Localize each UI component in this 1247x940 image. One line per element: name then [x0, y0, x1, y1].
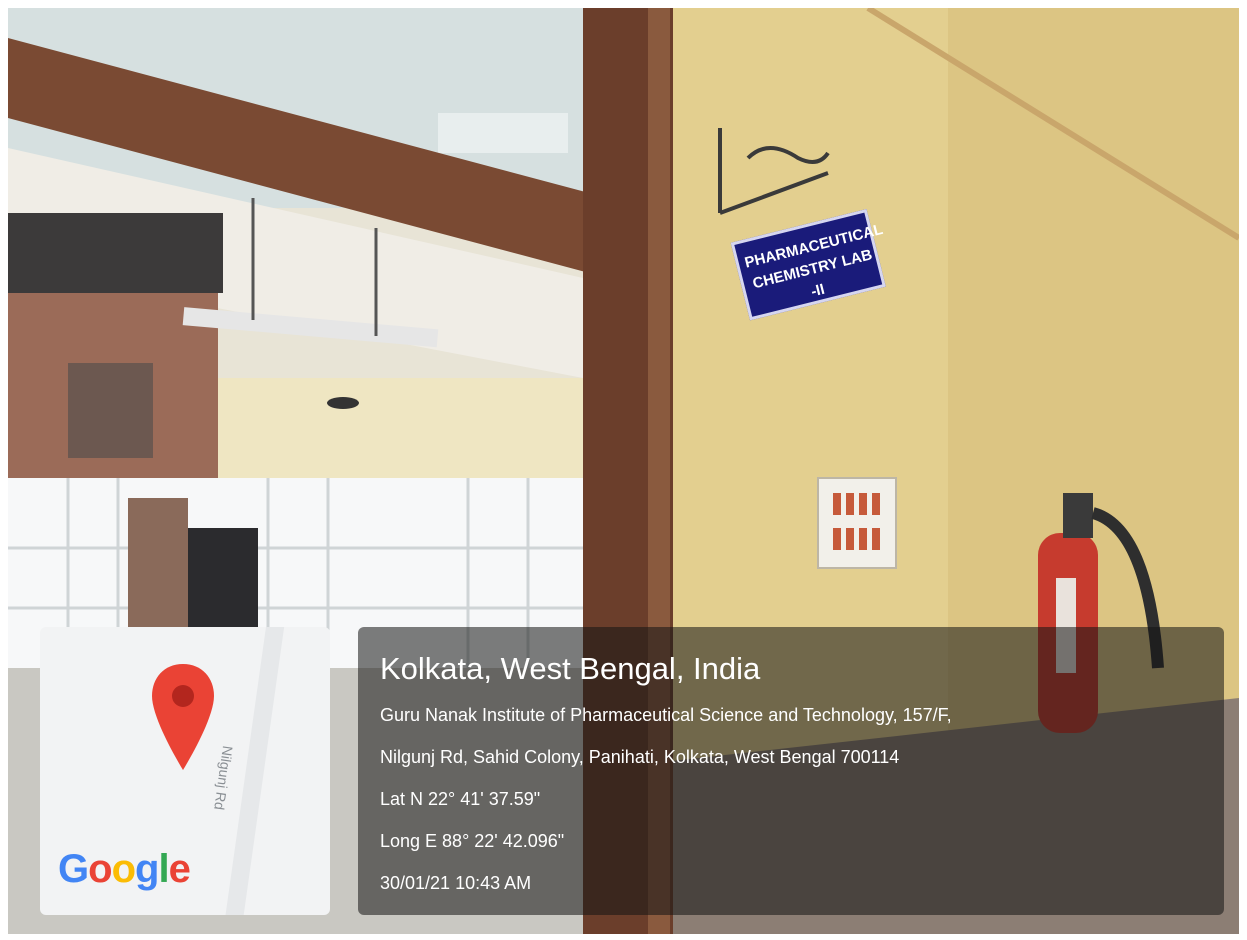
address-line-2: Nilgunj Rd, Sahid Colony, Panihati, Kolk… [380, 747, 900, 767]
address-line-1: Guru Nanak Institute of Pharmaceutical S… [380, 705, 952, 725]
timestamp: 30/01/21 10:43 AM [380, 873, 532, 893]
google-logo: Google [58, 847, 191, 891]
latitude: Lat N 22° 41' 37.59" [380, 789, 541, 809]
map-thumbnail: Nilgunj Rd Google [40, 627, 330, 915]
location-title: Kolkata, West Bengal, India [380, 651, 761, 686]
longitude: Long E 88° 22' 42.096" [380, 831, 565, 851]
lab-sign-board: PHARMACEUTICAL CHEMISTRY LAB -II [730, 208, 886, 321]
lab-sign-text: PHARMACEUTICAL CHEMISTRY LAB -II [743, 221, 885, 317]
geotag-info-panel: Kolkata, West Bengal, India Guru Nanak I… [358, 627, 1224, 915]
map-pin-icon [152, 664, 214, 770]
